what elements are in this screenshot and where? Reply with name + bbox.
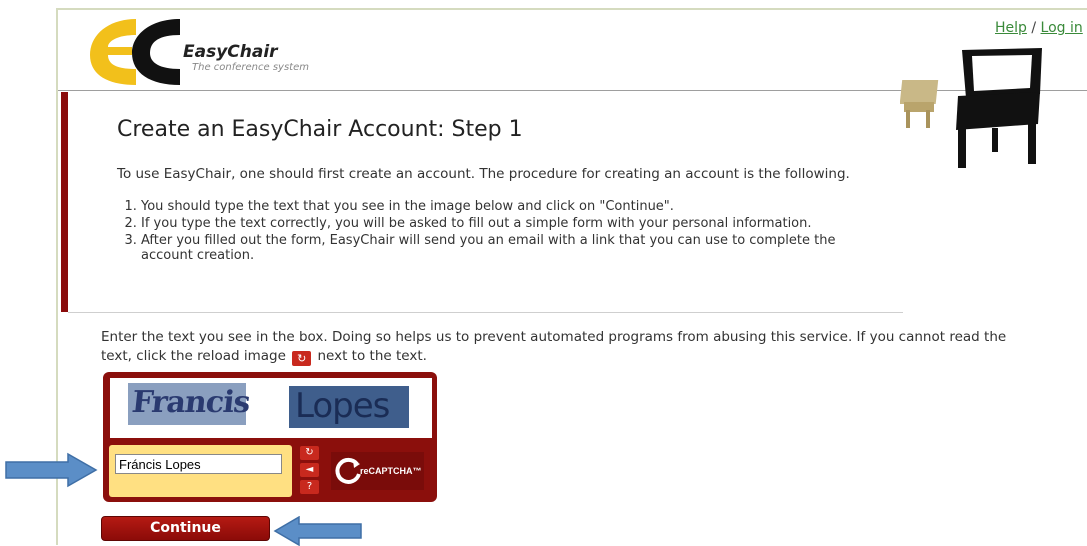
recaptcha-swirl-icon — [335, 457, 361, 484]
logo-subtitle: The conference system — [192, 62, 309, 73]
steps-list: You should type the text that you see in… — [117, 199, 861, 265]
logo-e-shape — [90, 19, 136, 85]
chair-illustration — [900, 48, 1042, 168]
big-chair-icon — [956, 48, 1042, 168]
captcha-word-2: Lopes — [289, 386, 409, 428]
login-link[interactable]: Log in — [1041, 20, 1083, 36]
reload-icon[interactable]: ↻ — [300, 446, 319, 460]
captcha-instructions: Enter the text you see in the box. Doing… — [101, 328, 1031, 366]
captcha-controls: ↻ ◄ ? — [300, 446, 322, 496]
reload-icon: ↻ — [292, 351, 312, 366]
top-links: Help / Log in — [995, 20, 1083, 36]
arrow-left-icon — [273, 516, 362, 546]
captcha-instructions-tail: next to the text. — [317, 348, 427, 364]
logo-c-shape — [132, 19, 180, 85]
arrow-right-icon — [5, 452, 98, 488]
continue-button[interactable]: Continue — [101, 516, 270, 541]
captcha-response-input[interactable] — [115, 454, 282, 474]
recaptcha-brand: reCAPTCHA™ — [360, 466, 422, 476]
step-item: You should type the text that you see in… — [141, 199, 861, 214]
captcha-word-1: Francis — [128, 383, 251, 425]
help-link[interactable]: Help — [995, 20, 1027, 36]
audio-icon[interactable]: ◄ — [300, 463, 319, 477]
step-item: After you filled out the form, EasyChair… — [141, 233, 861, 263]
panel-divider — [68, 312, 903, 313]
help-icon[interactable]: ? — [300, 480, 319, 494]
small-chair-icon — [900, 80, 939, 128]
page-title: Create an EasyChair Account: Step 1 — [117, 117, 523, 142]
step-item: If you type the text correctly, you will… — [141, 216, 861, 231]
captcha-instructions-text: Enter the text you see in the box. Doing… — [101, 329, 1007, 364]
intro-text: To use EasyChair, one should first creat… — [117, 166, 850, 182]
logo-text: EasyChair — [183, 42, 278, 62]
link-separator: / — [1031, 20, 1037, 36]
